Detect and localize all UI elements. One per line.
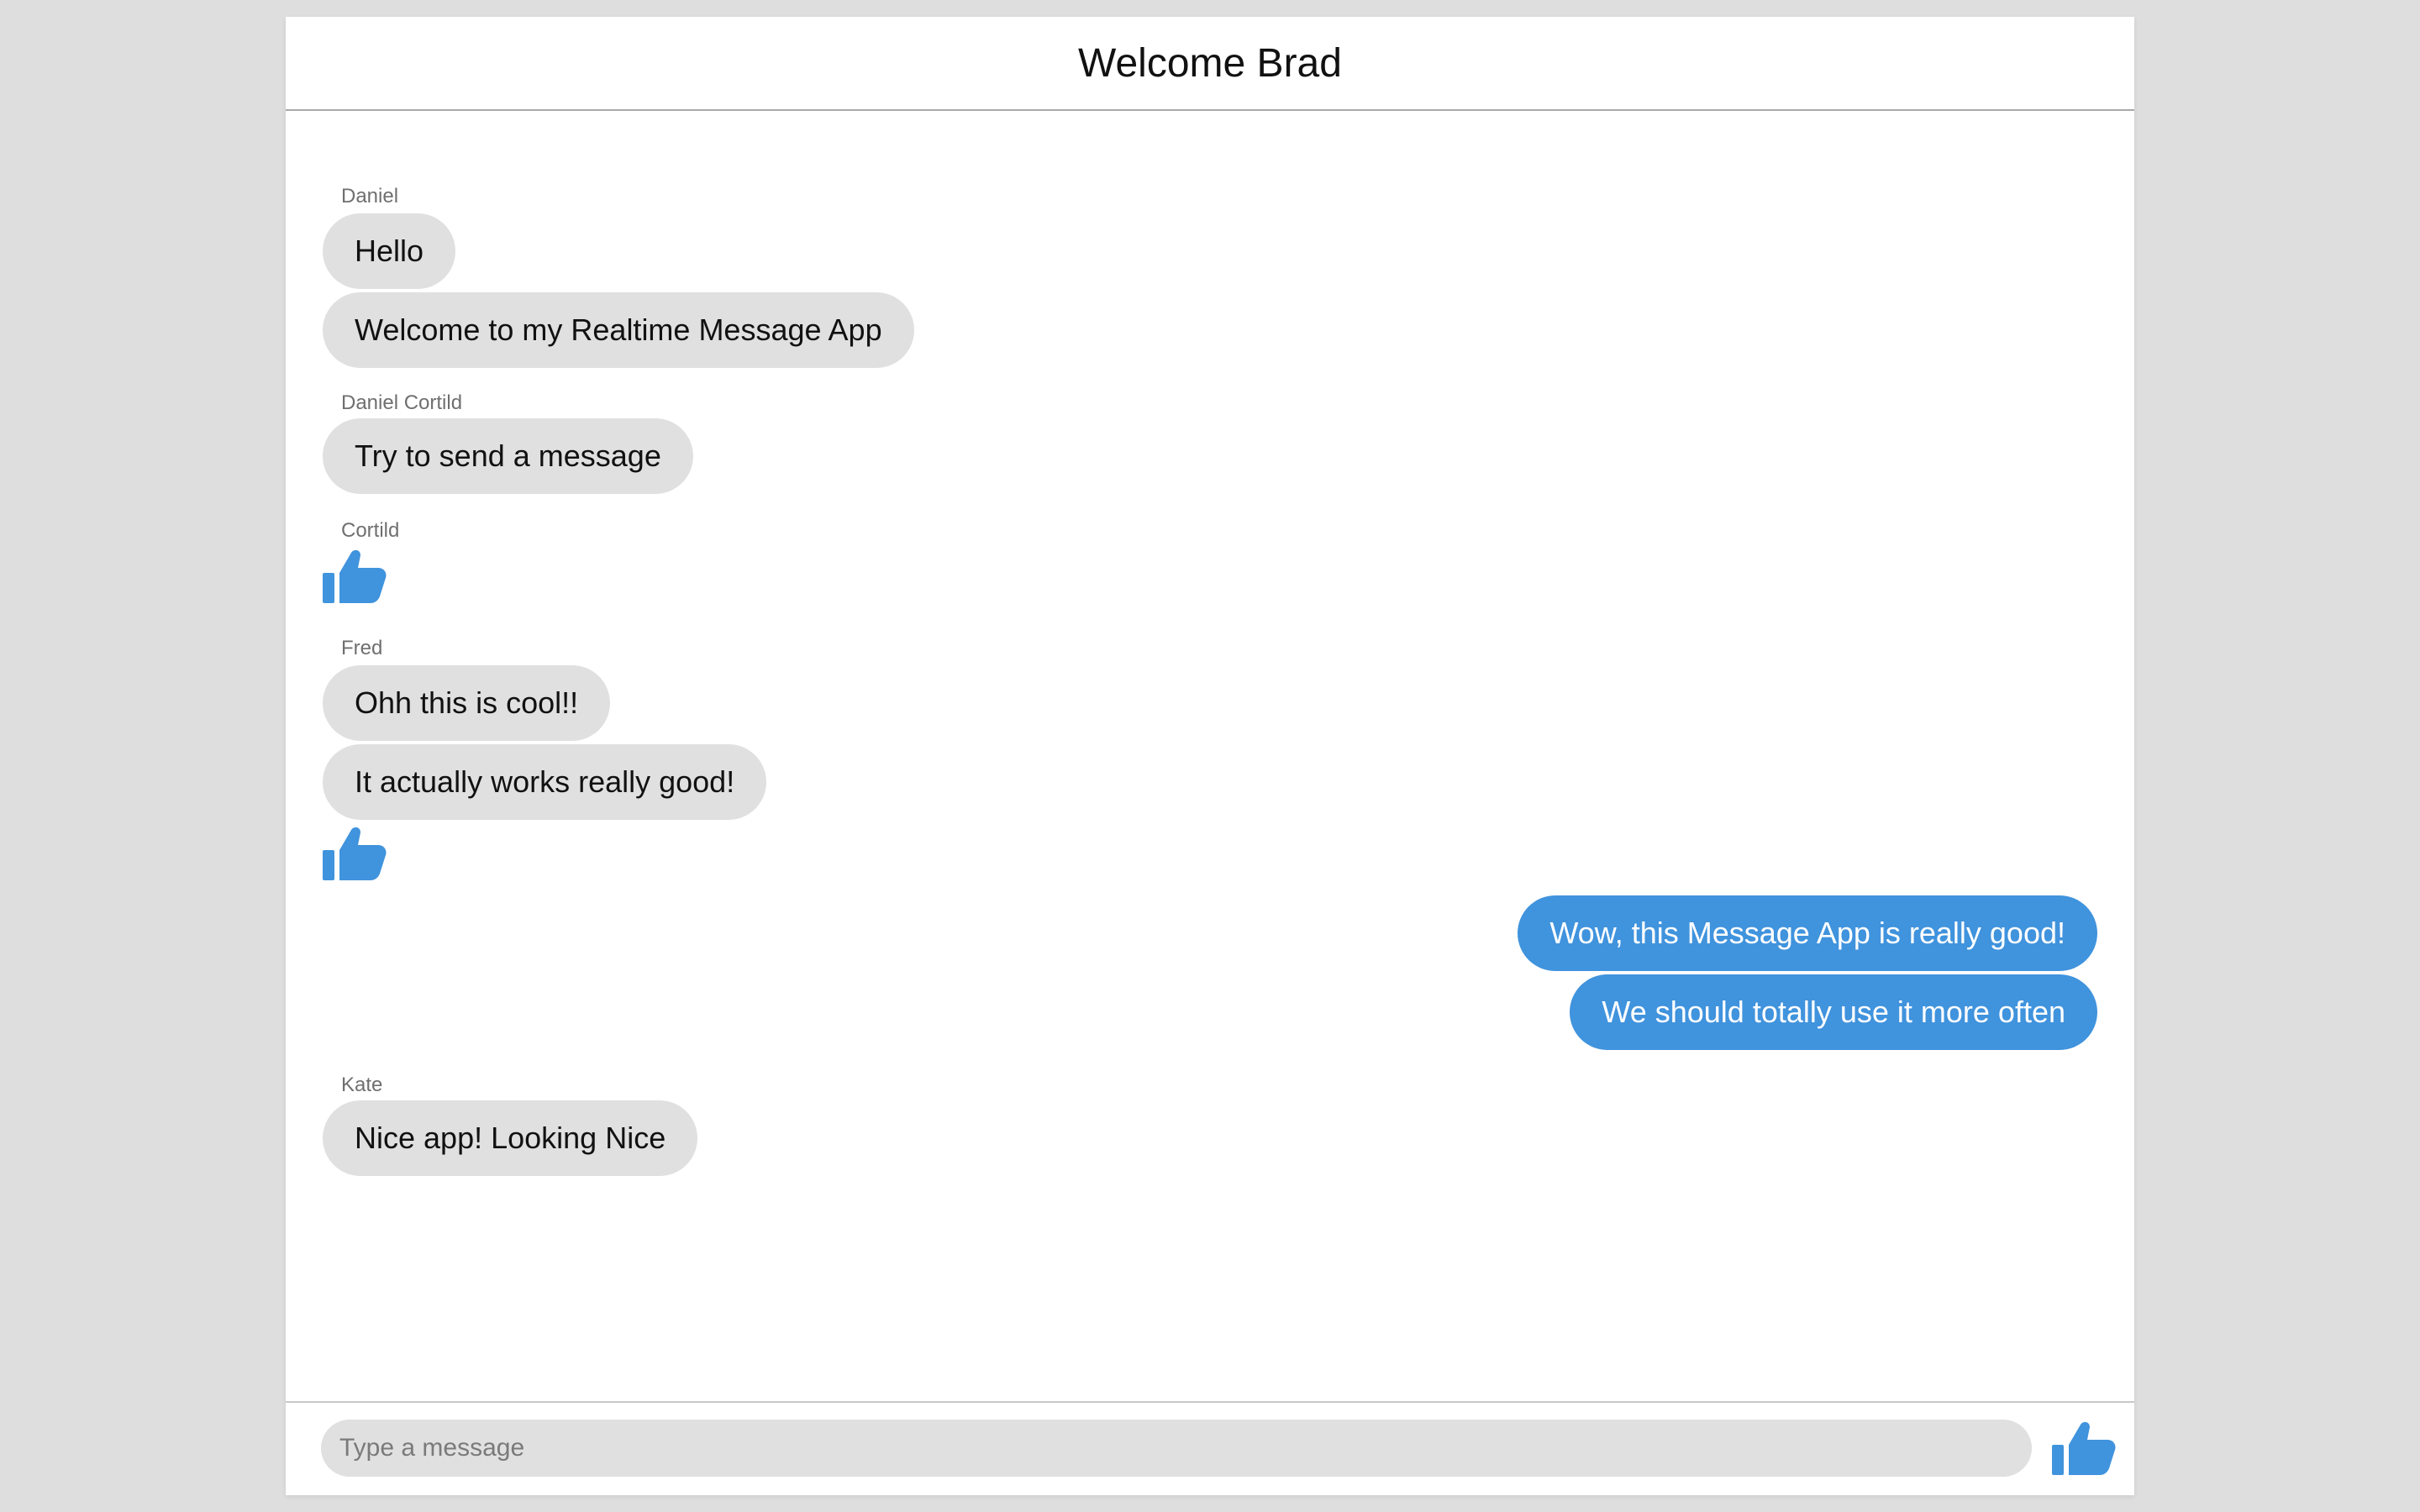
chat-header: Welcome Brad [286, 17, 2134, 111]
message-input[interactable] [321, 1420, 2032, 1477]
thumbs-up-icon [323, 548, 387, 603]
sender-name: Daniel Cortild [341, 391, 463, 414]
thumbs-up-icon [323, 825, 387, 880]
sender-name: Daniel [341, 185, 399, 207]
sender-name: Kate [341, 1074, 383, 1096]
message-bubble-own: We should totally use it more often [1570, 974, 2097, 1050]
chat-window: Welcome Brad Daniel Hello Welcome to my … [286, 17, 2134, 1495]
message-bubble: Ohh this is cool!! [323, 665, 611, 741]
sender-name: Fred [341, 637, 383, 659]
message-bubble: It actually works really good! [323, 744, 767, 820]
thumbs-up-icon[interactable] [2052, 1418, 2116, 1481]
message-bubble: Hello [323, 213, 456, 289]
message-bubble: Try to send a message [323, 418, 693, 494]
message-list[interactable]: Daniel Hello Welcome to my Realtime Mess… [286, 111, 2134, 1401]
sender-name: Cortild [341, 519, 400, 542]
message-bubble: Nice app! Looking Nice [323, 1100, 698, 1176]
message-composer [286, 1401, 2134, 1495]
message-bubble: Welcome to my Realtime Message App [323, 292, 914, 368]
page-title: Welcome Brad [1078, 40, 1342, 86]
message-bubble-own: Wow, this Message App is really good! [1518, 895, 2097, 971]
